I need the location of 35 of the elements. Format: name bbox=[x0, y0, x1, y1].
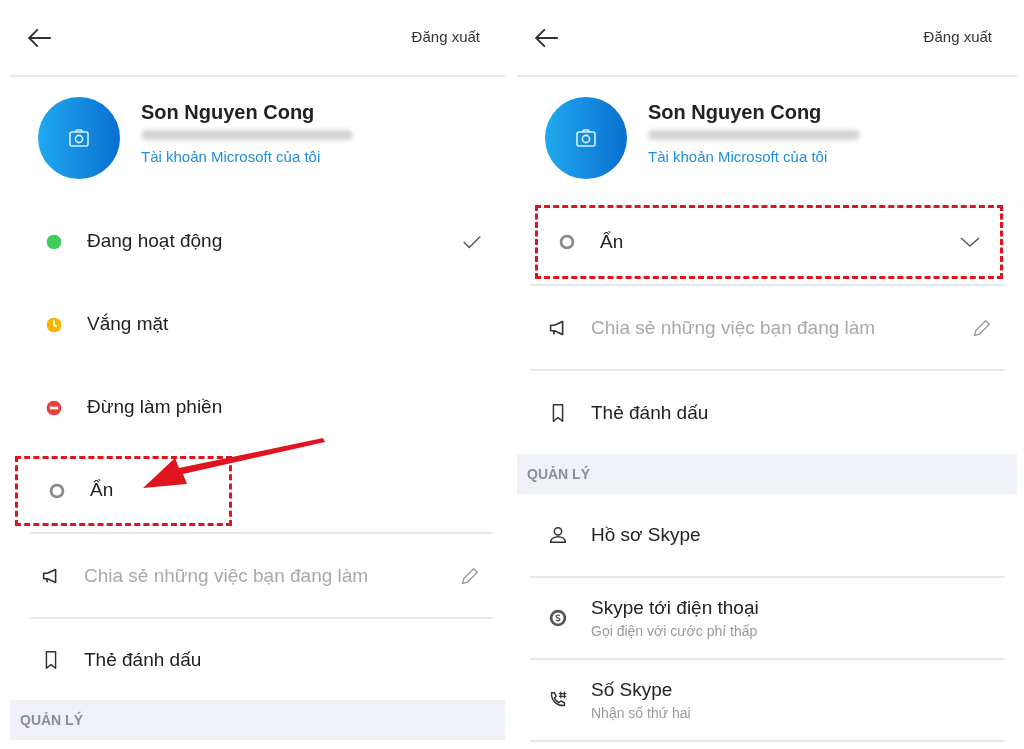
mood-placeholder: Chia sẻ những việc bạn đang làm bbox=[591, 315, 877, 340]
item-subtitle: Gọi điện với cước phí thấp bbox=[591, 622, 759, 641]
item-label: Thẻ đánh dấu bbox=[591, 400, 710, 425]
menu-item[interactable]: Số Skype Nhận số thứ hai bbox=[517, 660, 1017, 740]
mood-placeholder: Chia sẻ những việc bạn đang làm bbox=[84, 563, 370, 588]
status-option[interactable]: Đừng làm phiền bbox=[10, 366, 505, 449]
section-title: QUẢN LÝ bbox=[527, 464, 590, 484]
status-label: Vắng mặt bbox=[87, 312, 169, 337]
status-option[interactable]: Đang hoạt động bbox=[10, 200, 505, 283]
status-label: Ẩn bbox=[90, 478, 114, 503]
account-link[interactable]: Tài khoản Microsoft của tôi bbox=[141, 146, 353, 168]
profile-name: Son Nguyen Cong bbox=[141, 100, 316, 124]
camera-icon bbox=[67, 126, 91, 150]
status-label: Đang hoạt động bbox=[87, 229, 223, 254]
item-label: Thẻ đánh dấu bbox=[84, 647, 203, 672]
menu-item[interactable]: Thẻ đánh dấu bbox=[517, 371, 1017, 454]
section-title: QUẢN LÝ bbox=[20, 710, 83, 730]
logout-button[interactable]: Đăng xuất bbox=[411, 26, 480, 49]
profile-name: Son Nguyen Cong bbox=[648, 100, 823, 124]
item-subtitle: Nhận số thứ hai bbox=[591, 704, 692, 723]
person-icon bbox=[547, 524, 569, 546]
account-link[interactable]: Tài khoản Microsoft của tôi bbox=[648, 146, 860, 168]
menu-item[interactable]: Thẻ đánh dấu bbox=[10, 619, 505, 700]
item-label: Skype tới điện thoại bbox=[591, 596, 760, 620]
status-option[interactable]: Vắng mặt bbox=[10, 283, 505, 366]
status-label: Đừng làm phiền bbox=[87, 395, 223, 420]
logout-button[interactable]: Đăng xuất bbox=[923, 26, 992, 49]
item-label: Hồ sơ Skype bbox=[591, 523, 702, 547]
menu-item[interactable]: Skype tới điện thoại Gọi điện với cước phí thấp bbox=[517, 578, 1017, 658]
skype-coin-icon bbox=[547, 607, 569, 629]
status-selector[interactable]: Ẩn bbox=[535, 205, 1003, 279]
status-label: Ẩn bbox=[600, 229, 625, 254]
camera-icon bbox=[574, 126, 598, 150]
menu-item[interactable]: Hồ sơ Skype bbox=[517, 494, 1017, 576]
item-label: Số Skype bbox=[591, 678, 674, 702]
